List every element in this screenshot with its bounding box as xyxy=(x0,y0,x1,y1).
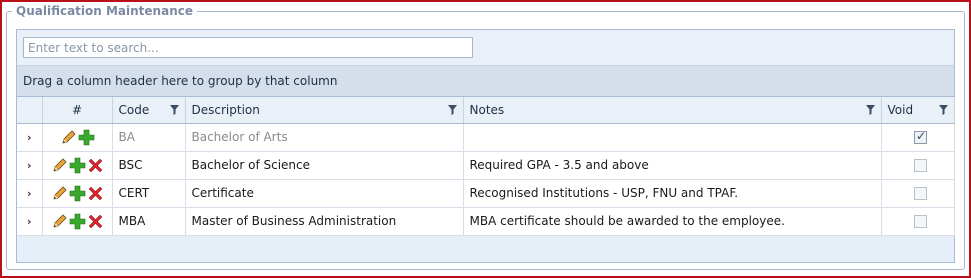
description-cell: Bachelor of Arts xyxy=(185,123,464,152)
edit-pencil-icon[interactable] xyxy=(60,129,77,146)
column-header-notes[interactable]: Notes xyxy=(463,97,882,124)
row-actions xyxy=(43,213,112,230)
add-plus-icon[interactable] xyxy=(78,129,95,146)
grid-toolbar xyxy=(17,30,954,66)
edit-pencil-icon[interactable] xyxy=(51,213,68,230)
row-expander-cell: › xyxy=(17,151,43,180)
group-by-panel[interactable]: Drag a column header here to group by th… xyxy=(17,66,954,97)
row-actions xyxy=(43,157,112,174)
row-expander-cell: › xyxy=(17,207,43,236)
column-header-description[interactable]: Description xyxy=(185,97,464,124)
qualification-grid: Drag a column header here to group by th… xyxy=(16,29,955,263)
row-actions-cell xyxy=(42,207,113,236)
row-actions xyxy=(43,185,112,202)
void-checkbox[interactable] xyxy=(914,187,927,200)
header-row: # Code Description Notes Void xyxy=(17,97,955,124)
notes-cell: Recognised Institutions - USP, FNU and T… xyxy=(463,179,882,208)
add-plus-icon[interactable] xyxy=(69,185,86,202)
notes-filter-icon[interactable] xyxy=(865,105,875,115)
qualification-table: # Code Description Notes Void › BA Bachelo… xyxy=(17,97,955,236)
notes-cell: Required GPA - 3.5 and above xyxy=(463,151,882,180)
add-plus-icon[interactable] xyxy=(69,213,86,230)
table-body: › BABachelor of Arts › BSCBachelor of Scien… xyxy=(17,123,955,236)
row-actions-cell xyxy=(42,123,113,152)
table-row[interactable]: › CERT Certificate Recognised Institutions … xyxy=(17,179,955,208)
void-checkbox[interactable] xyxy=(914,215,927,228)
description-cell: Bachelor of Science xyxy=(185,151,464,180)
expander-header xyxy=(17,97,43,124)
void-checkbox[interactable] xyxy=(914,159,927,172)
search-input[interactable] xyxy=(23,37,473,58)
column-header-description-label: Description xyxy=(191,102,260,117)
expand-arrow-icon[interactable]: › xyxy=(27,131,32,144)
column-header-void-label: Void xyxy=(887,102,914,117)
void-cell xyxy=(881,123,955,152)
delete-x-icon[interactable] xyxy=(87,185,104,202)
description-cell: Certificate xyxy=(185,179,464,208)
edit-pencil-icon[interactable] xyxy=(51,185,68,202)
table-row[interactable]: › BA Bachelor of Arts xyxy=(17,123,955,152)
row-expander-cell: › xyxy=(17,179,43,208)
column-header-hash: # xyxy=(42,97,113,124)
column-header-code-label: Code xyxy=(118,102,150,117)
code-filter-icon[interactable] xyxy=(169,105,179,115)
void-filter-icon[interactable] xyxy=(938,105,948,115)
column-header-void[interactable]: Void xyxy=(881,97,955,124)
void-checkbox[interactable] xyxy=(914,129,927,144)
void-cell xyxy=(881,151,955,180)
code-cell: BA xyxy=(112,123,186,152)
expand-arrow-icon[interactable]: › xyxy=(27,187,32,200)
table-row[interactable]: › MBA Master of Business Administration MBA… xyxy=(17,207,955,236)
delete-x-icon[interactable] xyxy=(87,157,104,174)
column-header-notes-label: Notes xyxy=(469,102,505,117)
expand-arrow-icon[interactable]: › xyxy=(27,159,32,172)
void-cell xyxy=(881,207,955,236)
row-actions-cell xyxy=(42,151,113,180)
description-cell: Master of Business Administration xyxy=(185,207,464,236)
panel-legend: Qualification Maintenance xyxy=(12,3,197,19)
row-actions-cell xyxy=(42,179,113,208)
notes-cell xyxy=(463,123,882,152)
void-cell xyxy=(881,179,955,208)
description-filter-icon[interactable] xyxy=(447,105,457,115)
edit-pencil-icon[interactable] xyxy=(51,157,68,174)
code-cell: BSC xyxy=(112,151,186,180)
delete-x-icon[interactable] xyxy=(87,213,104,230)
expand-arrow-icon[interactable]: › xyxy=(27,215,32,228)
row-actions xyxy=(43,129,112,146)
column-header-code[interactable]: Code xyxy=(112,97,186,124)
code-cell: CERT xyxy=(112,179,186,208)
notes-cell: MBA certificate should be awarded to the… xyxy=(463,207,882,236)
row-expander-cell: › xyxy=(17,123,43,152)
code-cell: MBA xyxy=(112,207,186,236)
add-plus-icon[interactable] xyxy=(69,157,86,174)
table-row[interactable]: › BSC Bachelor of Science Required GPA - 3.… xyxy=(17,151,955,180)
